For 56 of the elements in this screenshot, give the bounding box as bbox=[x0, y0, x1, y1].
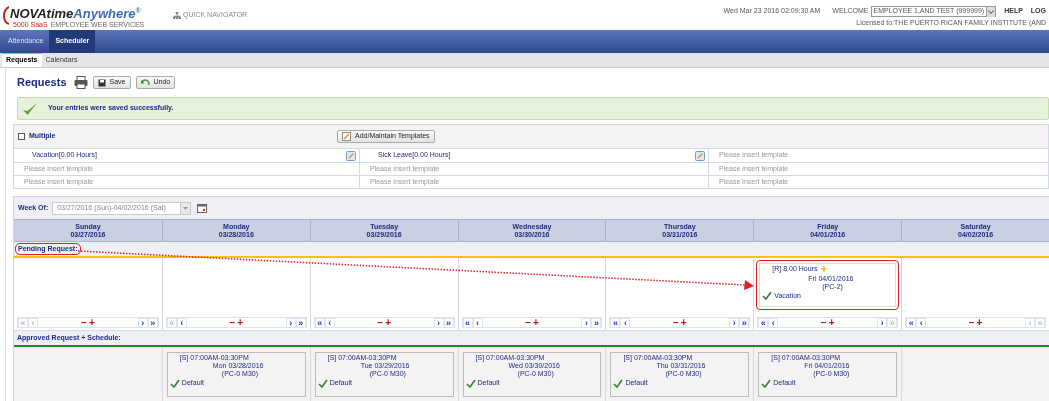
remove-button[interactable]: − bbox=[819, 317, 828, 328]
check-icon bbox=[761, 378, 772, 388]
edit-icon[interactable] bbox=[346, 150, 356, 161]
first-page-button[interactable]: « bbox=[314, 317, 325, 328]
save-icon bbox=[97, 78, 106, 87]
next-button[interactable]: › bbox=[729, 317, 740, 328]
next-button[interactable]: › bbox=[877, 317, 888, 328]
add-button[interactable]: + bbox=[384, 317, 392, 328]
dropdown-icon bbox=[988, 9, 995, 14]
check-icon bbox=[613, 378, 624, 388]
next-button[interactable]: › bbox=[137, 317, 148, 328]
previous-button[interactable]: ‹ bbox=[324, 317, 335, 328]
remove-button[interactable]: − bbox=[80, 317, 88, 328]
check-icon bbox=[317, 378, 328, 388]
add-button[interactable]: + bbox=[87, 317, 96, 328]
print-icon[interactable] bbox=[73, 76, 88, 89]
add-button[interactable]: + bbox=[975, 317, 984, 328]
check-icon bbox=[22, 101, 38, 116]
previous-button[interactable]: ‹ bbox=[620, 317, 631, 328]
next-button[interactable]: › bbox=[581, 317, 592, 328]
plus-icon bbox=[821, 266, 828, 273]
dropdown-icon bbox=[183, 206, 189, 210]
undo-icon bbox=[140, 79, 150, 86]
logo-swoosh-icon bbox=[3, 5, 9, 25]
check-icon bbox=[169, 378, 180, 388]
last-page-button[interactable]: » bbox=[739, 317, 750, 328]
remove-button[interactable]: − bbox=[672, 317, 680, 328]
previous-button[interactable]: ‹ bbox=[768, 317, 779, 328]
add-button[interactable]: + bbox=[679, 317, 688, 328]
last-page-button[interactable]: » bbox=[147, 317, 158, 328]
add-button[interactable]: + bbox=[827, 317, 836, 328]
previous-button[interactable]: ‹ bbox=[472, 317, 483, 328]
multiple-checkbox[interactable] bbox=[18, 133, 25, 140]
last-page-button[interactable]: » bbox=[591, 317, 602, 328]
check-icon bbox=[465, 378, 476, 388]
sitemap-icon bbox=[173, 11, 181, 19]
edit-icon[interactable] bbox=[695, 150, 705, 161]
next-button[interactable]: › bbox=[433, 317, 444, 328]
first-page-button[interactable]: « bbox=[462, 317, 473, 328]
next-button[interactable]: › bbox=[285, 317, 296, 328]
logo-brand: NOVAtime bbox=[10, 7, 74, 20]
add-button[interactable]: + bbox=[236, 317, 245, 328]
calendar-icon[interactable] bbox=[197, 203, 208, 213]
remove-button[interactable]: − bbox=[228, 317, 237, 328]
remove-button[interactable]: − bbox=[524, 317, 532, 328]
last-page-button[interactable]: » bbox=[443, 317, 454, 328]
remove-button[interactable]: − bbox=[376, 317, 385, 328]
edit-icon bbox=[342, 132, 351, 141]
add-button[interactable]: + bbox=[532, 317, 540, 328]
previous-button[interactable]: ‹ bbox=[176, 317, 187, 328]
page-title: Requests bbox=[17, 75, 67, 91]
remove-button[interactable]: − bbox=[967, 317, 976, 328]
last-page-button[interactable]: » bbox=[295, 317, 306, 328]
check-icon bbox=[762, 291, 773, 301]
logo-brand: Anywhere bbox=[73, 7, 136, 20]
previous-button[interactable]: ‹ bbox=[916, 317, 927, 328]
